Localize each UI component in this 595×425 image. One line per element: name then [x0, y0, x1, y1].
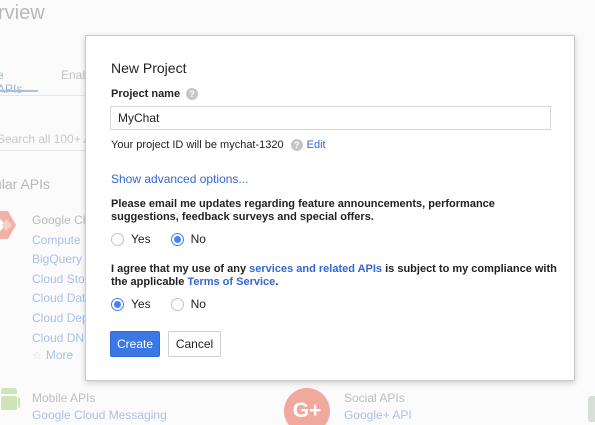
bg-gcm-link[interactable]: Google Cloud Messaging	[32, 408, 167, 422]
android-icon	[1, 388, 20, 410]
star-icon: ☆	[32, 350, 42, 362]
terms-no-radio[interactable]	[170, 297, 184, 311]
terms-text-1: I agree that my use of any	[111, 263, 250, 275]
google-plus-icon: G+	[284, 388, 330, 425]
bg-search-underline	[0, 150, 90, 151]
edit-project-id-link[interactable]: Edit	[307, 139, 326, 151]
help-icon[interactable]: ?	[186, 88, 199, 100]
bg-api-link[interactable]: Cloud DNS	[32, 329, 92, 349]
bg-section-title: ular APIs	[0, 176, 51, 192]
bg-tab-underline	[0, 90, 38, 92]
bg-api-link[interactable]: Cloud Stor	[32, 270, 92, 290]
bg-more-link[interactable]: ☆ More	[32, 348, 73, 362]
google-cloud-icon	[0, 211, 16, 239]
email-yes-radio[interactable]	[111, 232, 124, 246]
help-icon[interactable]: ?	[290, 139, 303, 151]
email-no-radio[interactable]	[170, 232, 184, 246]
bg-mobile-apis-title: Mobile APIs	[32, 391, 96, 405]
email-yes-label[interactable]: Yes	[131, 232, 151, 246]
terms-no-label[interactable]: No	[191, 297, 206, 311]
show-advanced-options-link[interactable]: Show advanced options...	[111, 172, 248, 186]
terms-agreement-text: I agree that my use of any services and …	[111, 263, 561, 289]
project-id-text: Your project ID will be mychat-1320	[111, 139, 284, 151]
bg-api-link[interactable]: Cloud Dat	[32, 289, 92, 309]
bg-search-input[interactable]: Search all 100+ A	[0, 132, 91, 146]
bg-cloud-api-list: Google Cl Compute BigQuery Cloud Stor Cl…	[32, 211, 92, 348]
terms-radio-group: Yes No	[111, 297, 206, 311]
bg-page-title: rview	[0, 2, 45, 24]
bg-partial-icon	[588, 396, 595, 422]
bg-google-plus-api-link[interactable]: Google+ API	[344, 408, 412, 422]
email-no-label[interactable]: No	[191, 232, 206, 246]
bg-divider	[0, 95, 90, 96]
bg-social-apis-title: Social APIs	[344, 391, 405, 405]
bg-api-link[interactable]: Compute	[32, 231, 92, 251]
terms-of-service-link[interactable]: Terms of Service	[187, 276, 275, 288]
terms-yes-radio[interactable]	[111, 297, 124, 311]
create-button[interactable]: Create	[110, 331, 160, 357]
new-project-dialog: New Project Project name ? Your project …	[85, 35, 575, 381]
bg-api-link[interactable]: Cloud Dep	[32, 309, 92, 329]
terms-text-3: .	[275, 276, 279, 288]
email-updates-radio-group: Yes No	[111, 232, 206, 246]
dialog-title: New Project	[111, 60, 187, 76]
project-id-row: Your project ID will be mychat-1320 ? Ed…	[111, 139, 326, 151]
terms-yes-label[interactable]: Yes	[131, 297, 151, 311]
bg-more-label: More	[45, 348, 74, 362]
project-name-input[interactable]	[110, 106, 551, 130]
bg-cloud-heading: Google Cl	[32, 213, 86, 227]
project-name-label: Project name ?	[111, 88, 199, 100]
services-apis-link[interactable]: services and related APIs	[249, 263, 382, 275]
cancel-button[interactable]: Cancel	[168, 331, 221, 357]
bg-api-link[interactable]: BigQuery	[32, 250, 92, 270]
project-name-label-text: Project name	[111, 88, 181, 100]
email-updates-question: Please email me updates regarding featur…	[111, 198, 495, 223]
